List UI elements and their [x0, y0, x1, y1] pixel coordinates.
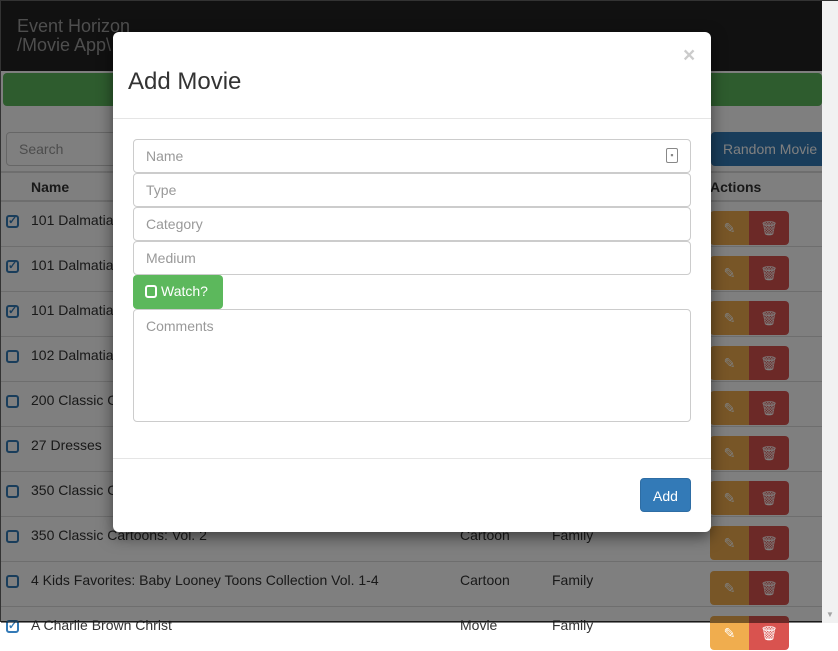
modal-title: Add Movie	[128, 68, 242, 95]
add-movie-modal: Add Movie × Name ▪ Type Category Medium W…	[113, 32, 711, 532]
watch-label: Watch?	[161, 283, 208, 299]
divider	[113, 118, 711, 119]
add-button[interactable]: Add	[640, 478, 691, 512]
checkbox-empty-icon	[145, 285, 157, 298]
scrollbar[interactable]: ▼	[822, 1, 838, 623]
comments-textarea[interactable]: Comments	[133, 309, 691, 422]
watch-toggle-button[interactable]: Watch?	[133, 275, 223, 309]
medium-input[interactable]: Medium	[133, 241, 691, 275]
contact-card-icon: ▪	[666, 148, 678, 163]
close-icon[interactable]: ×	[683, 44, 695, 68]
divider	[113, 458, 711, 459]
type-input[interactable]: Type	[133, 173, 691, 207]
scroll-down-arrow-icon[interactable]: ▼	[826, 610, 834, 619]
name-input[interactable]: Name ▪	[133, 139, 691, 173]
category-input[interactable]: Category	[133, 207, 691, 241]
name-placeholder: Name	[146, 148, 184, 164]
